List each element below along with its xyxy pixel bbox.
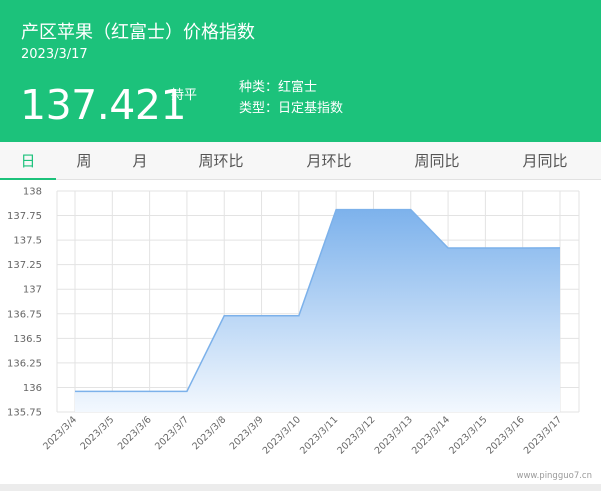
header: 产区苹果（红富士）价格指数 2023/3/17 137.421 持平 种类：红富…	[0, 0, 601, 142]
tab-week-year-on-year[interactable]: 周同比	[404, 142, 470, 180]
date-label: 2023/3/17	[21, 47, 88, 62]
x-tick-label: 2023/3/8	[190, 414, 228, 452]
y-tick-label: 137.75	[7, 211, 42, 222]
y-tick-label: 137.25	[7, 260, 42, 271]
tab-month-on-month[interactable]: 月环比	[296, 142, 362, 180]
x-tick-label: 2023/3/15	[447, 414, 489, 456]
x-tick-label: 2023/3/14	[410, 414, 452, 456]
bottom-divider	[0, 484, 601, 491]
x-tick-label: 2023/3/17	[522, 414, 564, 456]
x-tick-label: 2023/3/10	[261, 414, 303, 456]
tab-bar: 日 周 月 周环比 月环比 周同比 月同比	[0, 142, 601, 180]
page-title: 产区苹果（红富士）价格指数	[21, 22, 255, 43]
y-tick-label: 137.5	[13, 236, 42, 247]
price-value: 137.421	[20, 81, 187, 129]
x-tick-label: 2023/3/9	[228, 414, 266, 452]
x-tick-label: 2023/3/5	[78, 414, 116, 452]
x-tick-label: 2023/3/7	[153, 414, 191, 452]
y-tick-label: 136.5	[13, 334, 42, 345]
tab-day[interactable]: 日	[0, 142, 56, 180]
x-tick-label: 2023/3/11	[298, 414, 340, 456]
tab-month-year-on-year[interactable]: 月同比	[512, 142, 578, 180]
x-tick-label: 2023/3/13	[373, 414, 415, 456]
trend-label: 持平	[171, 88, 198, 103]
x-tick-label: 2023/3/6	[116, 414, 154, 452]
y-tick-label: 135.75	[7, 408, 42, 419]
x-tick-label: 2023/3/16	[485, 414, 527, 456]
y-tick-label: 136.75	[7, 309, 42, 320]
y-tick-label: 136	[23, 383, 42, 394]
price-chart: 138 137.75 137.5 137.25 137 136.75 136.5 136.25…	[0, 180, 601, 491]
chart-svg: 138 137.75 137.5 137.25 137 136.75 136.5 136.25…	[7, 187, 580, 457]
variety-label: 种类：红富士	[239, 80, 318, 95]
x-tick-label: 2023/3/4	[41, 414, 79, 452]
y-tick-label: 137	[23, 285, 42, 296]
tab-month[interactable]: 月	[120, 142, 160, 180]
index-type-label: 类型：日定基指数	[239, 101, 344, 116]
x-tick-label: 2023/3/12	[335, 414, 377, 456]
y-tick-label: 136.25	[7, 358, 42, 369]
y-tick-label: 138	[23, 187, 42, 198]
tab-week[interactable]: 周	[64, 142, 104, 180]
tab-week-on-week[interactable]: 周环比	[188, 142, 254, 180]
watermark: www.pingguo7.cn	[516, 471, 592, 481]
